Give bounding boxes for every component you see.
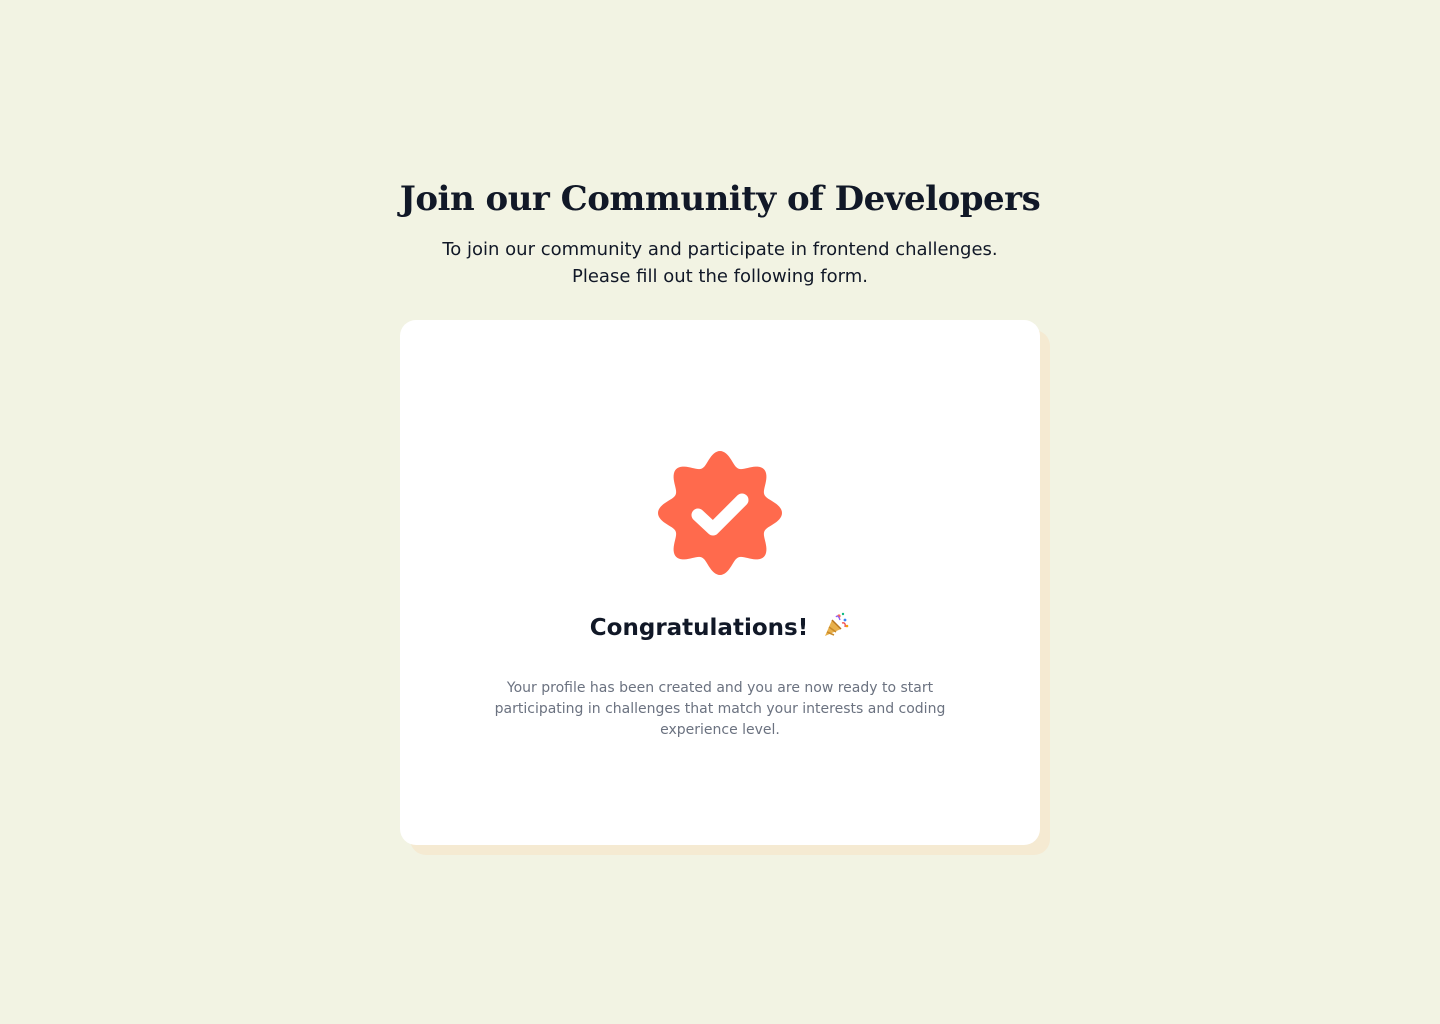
page-title: Join our Community of Developers — [399, 179, 1041, 219]
subtitle-line-1: To join our community and participate in… — [442, 239, 998, 260]
success-message: Your profile has been created and you ar… — [494, 680, 946, 738]
party-popper-icon — [825, 612, 849, 636]
verified-badge-check-icon — [658, 451, 782, 575]
congratulations-text: Congratulations! — [589, 615, 809, 641]
page-subtitle: To join our community and participate in… — [410, 236, 1030, 290]
subtitle-line-2: Please fill out the following form. — [572, 266, 868, 287]
success-card — [400, 320, 1040, 845]
congratulations-heading: Congratulations! — [400, 608, 1040, 648]
page-header: Join our Community of Developers To join… — [0, 172, 1440, 290]
